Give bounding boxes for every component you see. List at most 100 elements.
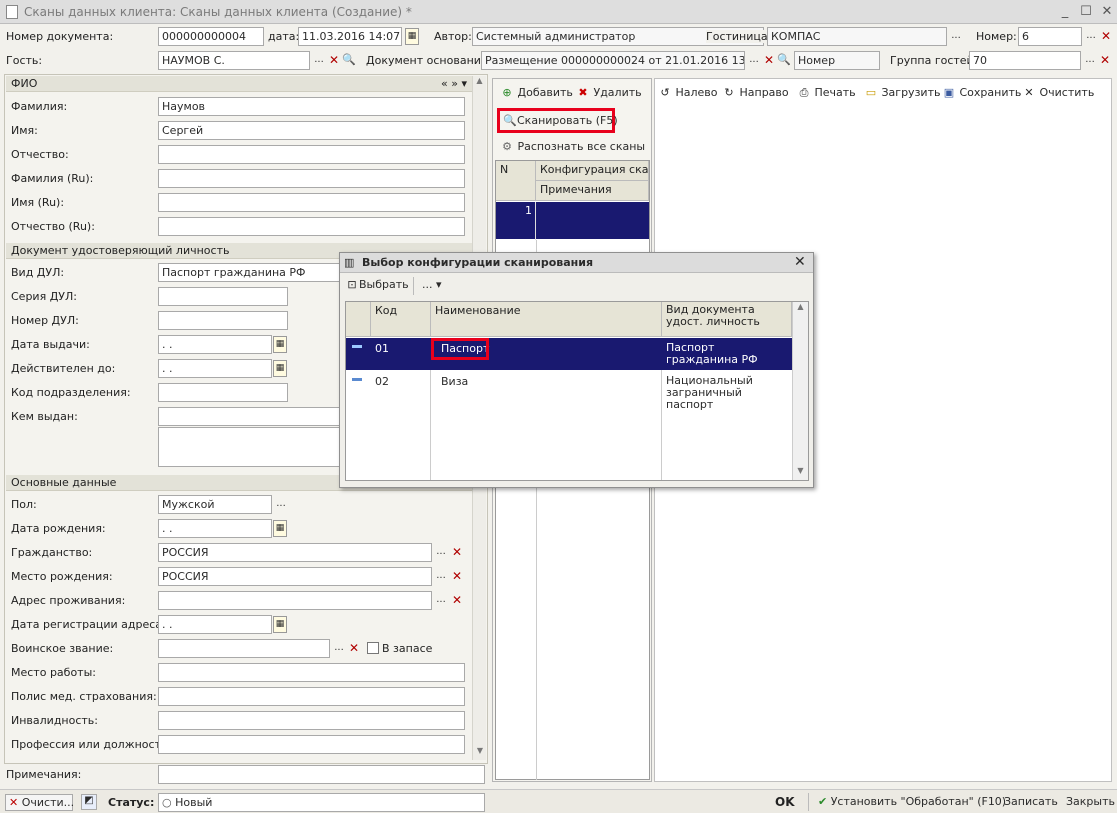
dialog-scrollbar[interactable]: ▲ ▼ — [792, 302, 808, 480]
work-field[interactable] — [158, 663, 465, 682]
palette-icon[interactable]: ◩ — [81, 794, 97, 810]
clear-status-button[interactable]: ✕ Очисти... — [5, 794, 74, 811]
citizenship-clear-icon[interactable]: ✕ — [450, 544, 464, 561]
rank-field[interactable] — [158, 639, 330, 658]
basis-field[interactable]: Размещение 000000000024 от 21.01.2016 13… — [481, 51, 745, 70]
scroll-down-icon[interactable]: ▼ — [793, 466, 808, 480]
basis-clear-icon[interactable]: ✕ — [762, 52, 776, 69]
birthplace-field[interactable]: РОССИЯ — [158, 567, 432, 586]
profession-field[interactable] — [158, 735, 465, 754]
group-select-button[interactable]: ... — [1082, 52, 1098, 69]
load-label: Загрузить — [881, 86, 941, 99]
room-clear-icon[interactable]: ✕ — [1099, 28, 1113, 45]
scroll-up-icon[interactable]: ▲ — [793, 302, 808, 316]
print-button[interactable]: ⎙ Печать — [797, 86, 856, 100]
load-button[interactable]: ▭ Загрузить — [864, 86, 941, 99]
scroll-down-icon[interactable]: ▼ — [473, 746, 487, 760]
birth-calendar-icon[interactable]: ▦ — [273, 520, 287, 537]
notes-field[interactable] — [158, 765, 485, 784]
middlename-field[interactable] — [158, 145, 465, 164]
save-button[interactable]: ▣ Сохранить — [942, 86, 1022, 99]
issue-calendar-icon[interactable]: ▦ — [273, 336, 287, 353]
basis-select-button[interactable]: ... — [746, 52, 762, 69]
close-button[interactable]: Закрыть — [1066, 795, 1115, 808]
firstname-ru-field[interactable] — [158, 193, 465, 212]
lastname-field[interactable]: Наумов — [158, 97, 465, 116]
birthplace-clear-icon[interactable]: ✕ — [450, 568, 464, 585]
clear-button[interactable]: ✕ Очистить — [1022, 86, 1094, 99]
calendar-icon[interactable]: ▦ — [405, 28, 419, 45]
status-value: Новый — [175, 796, 213, 809]
issuer-textarea[interactable] — [158, 427, 340, 467]
write-button[interactable]: Записать — [1004, 795, 1058, 808]
regdate-field[interactable]: . . — [158, 615, 272, 634]
idoc-type-field[interactable]: Паспорт гражданина РФ — [158, 263, 348, 282]
birthplace-select-button[interactable]: ... — [433, 568, 449, 585]
room-select-button[interactable]: ... — [1083, 28, 1099, 45]
firstname-field[interactable]: Сергей — [158, 121, 465, 140]
add-scan-button[interactable]: ⊕ Добавить — [500, 86, 572, 99]
rotate-left-button[interactable]: ↺ Налево — [658, 86, 717, 99]
doc-number-field[interactable]: 000000000004 — [158, 27, 264, 46]
rank-clear-icon[interactable]: ✕ — [347, 640, 361, 657]
close-window-button[interactable]: ✕ — [1098, 3, 1116, 21]
scan-config-dialog: ▥ Выбор конфигурации сканирования ✕ ⊡ Выб… — [339, 252, 814, 488]
table-row[interactable]: 1 — [496, 202, 649, 240]
issue-date-field[interactable]: . . — [158, 335, 272, 354]
basis-search-icon[interactable]: 🔍 — [777, 52, 791, 69]
save-label: Сохранить — [959, 86, 1022, 99]
sex-select-button[interactable]: ... — [273, 496, 289, 513]
delete-scan-button[interactable]: ✖ Удалить — [576, 86, 641, 99]
fio-nav-icons[interactable]: « » ▾ — [441, 77, 467, 90]
recognize-all-button[interactable]: ⚙ Распознать все сканы — [500, 140, 645, 153]
room-field[interactable]: 6 — [1018, 27, 1082, 46]
issuer-field-top[interactable] — [158, 407, 340, 426]
regdate-calendar-icon[interactable]: ▦ — [273, 616, 287, 633]
idoc-series-field[interactable] — [158, 287, 288, 306]
guest-clear-icon[interactable]: ✕ — [327, 52, 341, 69]
birth-date-field[interactable]: . . — [158, 519, 272, 538]
fio-section-header: ФИО « » ▾ — [6, 76, 472, 92]
author-label: Автор: — [434, 30, 472, 43]
dept-code-field[interactable] — [158, 383, 288, 402]
group-label: Группа гостей: — [890, 54, 978, 67]
group-field[interactable]: 70 — [969, 51, 1081, 70]
sex-field[interactable]: Мужской — [158, 495, 272, 514]
group-clear-icon[interactable]: ✕ — [1098, 52, 1112, 69]
ok-button[interactable]: OK — [775, 795, 795, 809]
citizenship-field[interactable]: РОССИЯ — [158, 543, 432, 562]
more-menu-button[interactable]: ... ▾ — [422, 278, 442, 291]
guest-search-icon[interactable]: 🔍 — [342, 52, 356, 69]
document-icon — [6, 5, 18, 19]
select-button[interactable]: ⊡ Выбрать — [345, 278, 409, 291]
guest-field[interactable]: НАУМОВ С. — [158, 51, 310, 70]
rotate-right-button[interactable]: ↻ Направо — [722, 86, 788, 99]
citizenship-select-button[interactable]: ... — [433, 544, 449, 561]
rank-select-button[interactable]: ... — [331, 640, 347, 657]
dialog-close-icon[interactable]: ✕ — [794, 254, 806, 270]
set-processed-button[interactable]: ✔ Установить "Обработан" (F10) — [818, 795, 1006, 808]
hotel-field[interactable]: КОМПАС — [767, 27, 947, 46]
idoc-number-field[interactable] — [158, 311, 288, 330]
lastname-ru-field[interactable] — [158, 169, 465, 188]
status-field[interactable]: ○ Новый — [158, 793, 485, 812]
disability-field[interactable] — [158, 711, 465, 730]
scroll-up-icon[interactable]: ▲ — [473, 76, 486, 90]
address-select-button[interactable]: ... — [433, 592, 449, 609]
maximize-button[interactable]: ☐ — [1077, 3, 1095, 21]
valid-calendar-icon[interactable]: ▦ — [273, 360, 287, 377]
table-row[interactable]: 01 Паспорт Паспорт гражданина РФ — [346, 338, 792, 370]
address-field[interactable] — [158, 591, 432, 610]
middlename-ru-field[interactable] — [158, 217, 465, 236]
address-clear-icon[interactable]: ✕ — [450, 592, 464, 609]
valid-until-field[interactable]: . . — [158, 359, 272, 378]
date-field[interactable]: 11.03.2016 14:07:35 — [298, 27, 402, 46]
insurance-field[interactable] — [158, 687, 465, 706]
table-row[interactable]: 02 Виза Национальный заграничный паспорт — [346, 371, 792, 411]
minimize-button[interactable]: _ — [1056, 3, 1074, 21]
select-label: Выбрать — [359, 278, 409, 291]
reserve-checkbox[interactable] — [367, 642, 379, 654]
scan-button[interactable]: 🔍Сканировать (F5) — [503, 114, 618, 127]
hotel-select-button[interactable]: ... — [948, 28, 964, 45]
guest-select-button[interactable]: ... — [311, 52, 327, 69]
